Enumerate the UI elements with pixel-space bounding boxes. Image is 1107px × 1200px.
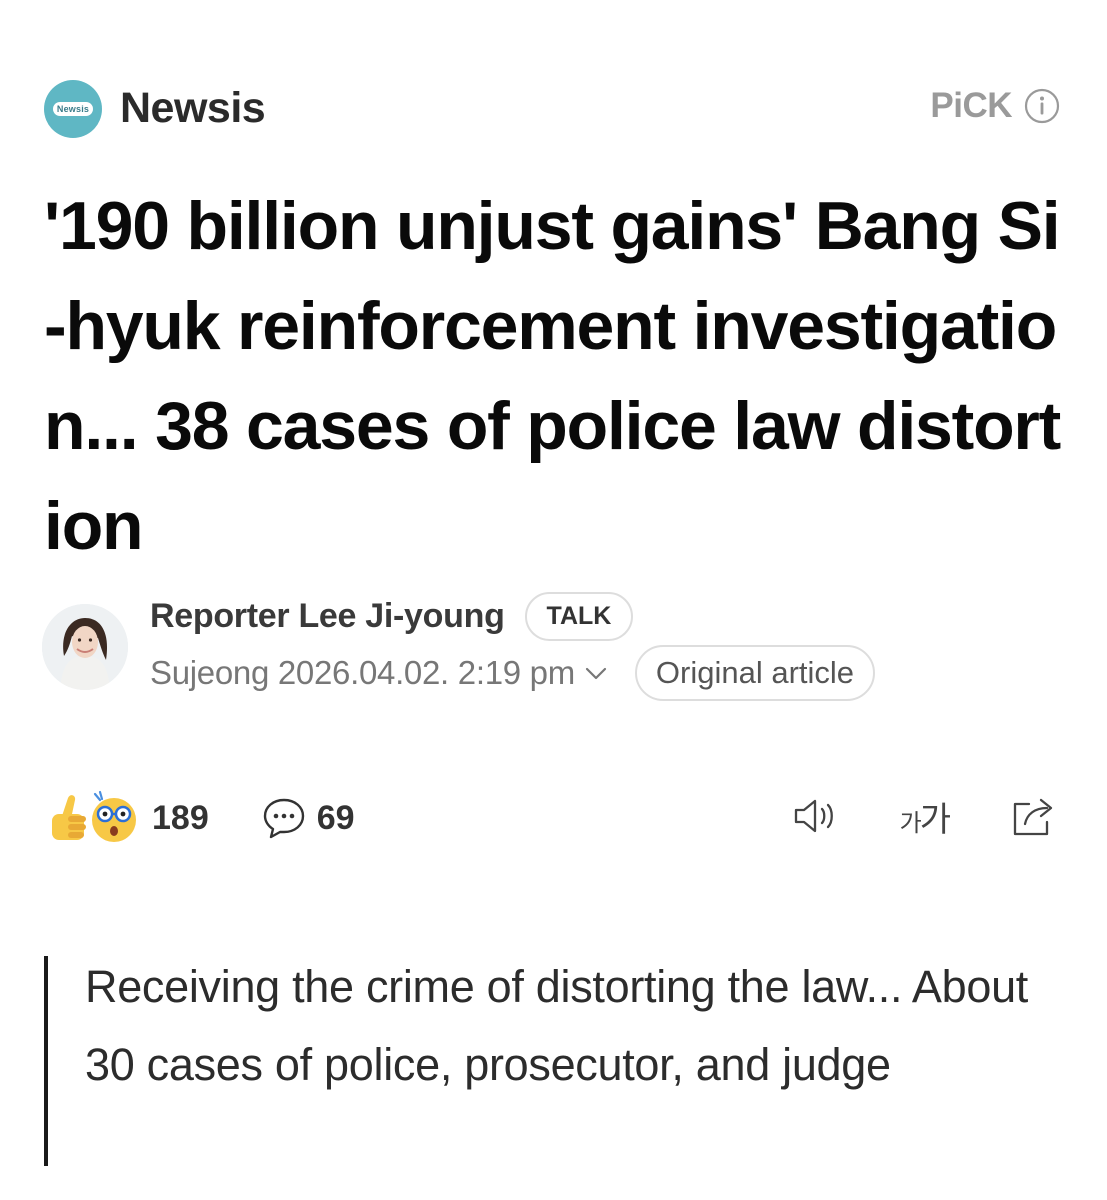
info-circle-icon[interactable] — [1024, 88, 1060, 124]
reaction-count: 189 — [152, 798, 209, 837]
comment-count: 69 — [316, 798, 355, 837]
reaction-bar: 189 69 — [48, 788, 355, 848]
reaction-emojis[interactable] — [48, 788, 140, 848]
font-size-icon[interactable]: 가 가 — [899, 792, 951, 841]
article-date: Sujeong 2026.04.02. 2:19 pm — [150, 654, 575, 691]
article-headline: '190 billion unjust gains' Bang Si-hyuk … — [44, 188, 1061, 564]
press-header: Newsis Newsis PiCK — [44, 78, 1060, 138]
comment-button[interactable]: 69 — [261, 795, 355, 841]
font-size-large-label: 가 — [919, 800, 951, 839]
reporter-avatar[interactable] — [42, 604, 128, 690]
press-logo[interactable]: Newsis — [44, 80, 102, 138]
press-logo-text: Newsis — [52, 102, 94, 116]
summary-text: Receiving the crime of distorting the la… — [85, 961, 1029, 1090]
chevron-down-icon — [585, 667, 607, 680]
summary-divider — [44, 956, 48, 1166]
article-date-toggle[interactable]: Sujeong 2026.04.02. 2:19 pm — [150, 654, 609, 692]
talk-button[interactable]: TALK — [524, 592, 634, 641]
reporter-name[interactable]: Reporter Lee Ji-young — [150, 597, 505, 636]
pick-label: PiCK — [930, 86, 1012, 125]
share-icon[interactable] — [1007, 790, 1059, 842]
reporter-avatar-image — [42, 604, 128, 690]
original-article-button[interactable]: Original article — [634, 645, 876, 701]
font-size-small-label: 가 — [899, 809, 922, 837]
press-name[interactable]: Newsis — [120, 84, 266, 133]
byline-row: Reporter Lee Ji-young TALK — [150, 592, 634, 641]
pick-badge: PiCK — [930, 86, 1060, 126]
article-tools: 가 가 — [790, 790, 1059, 842]
thumbs-up-emoji-icon — [52, 790, 136, 842]
article-meta-row: Sujeong 2026.04.02. 2:19 pm Original art… — [150, 645, 876, 701]
article-summary: Receiving the crime of distorting the la… — [44, 948, 1054, 1166]
comment-bubble-icon — [263, 798, 304, 839]
speaker-icon[interactable] — [790, 790, 842, 842]
